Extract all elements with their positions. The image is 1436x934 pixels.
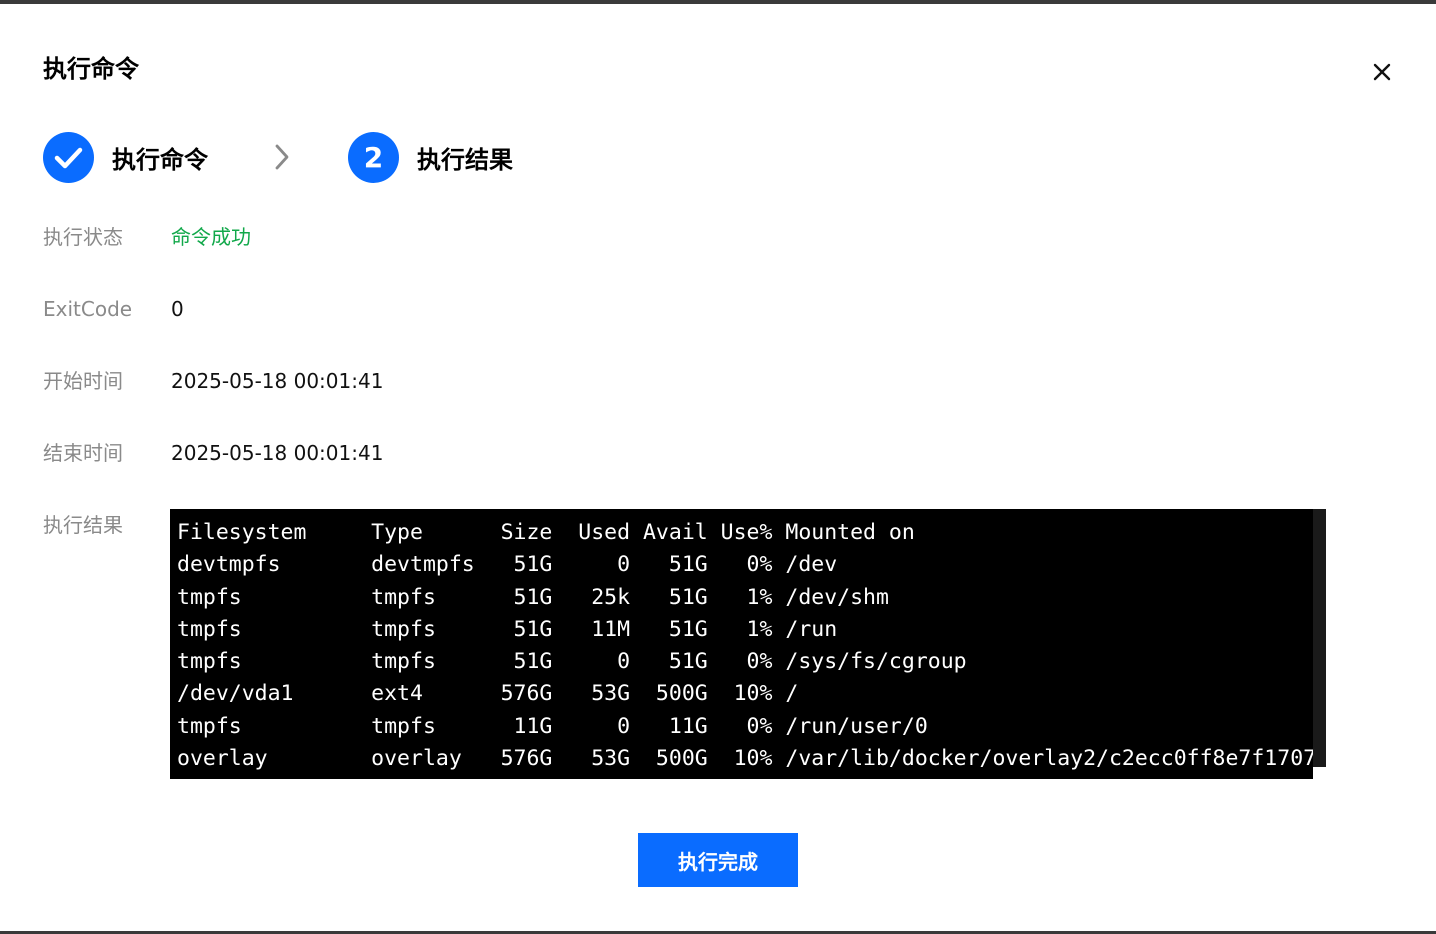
step-number-indicator: 2 <box>348 131 399 183</box>
close-button[interactable] <box>1366 56 1398 88</box>
end-time-label: 结束时间 <box>43 441 123 465</box>
step-done-indicator <box>43 131 94 183</box>
start-time-label: 开始时间 <box>43 369 123 393</box>
end-time-value: 2025-05-18 00:01:41 <box>171 441 384 465</box>
terminal-line: tmpfs tmpfs 51G 0 51G 0% /sys/fs/cgroup <box>177 649 967 675</box>
terminal-line: tmpfs tmpfs 51G 25k 51G 1% /dev/shm <box>177 584 889 610</box>
exitcode-value: 0 <box>171 297 184 321</box>
terminal-line: tmpfs tmpfs 51G 11M 51G 1% /run <box>177 616 838 642</box>
step-label: 执行命令 <box>112 145 208 174</box>
dialog-title: 执行命令 <box>43 55 139 83</box>
terminal-scrollbar[interactable] <box>1313 509 1326 767</box>
result-label: 执行结果 <box>43 513 123 537</box>
close-icon <box>1373 63 1391 81</box>
terminal-line: devtmpfs devtmpfs 51G 0 51G 0% /dev <box>177 552 838 578</box>
done-button[interactable]: 执行完成 <box>638 833 798 887</box>
top-border <box>0 0 1436 4</box>
terminal-line: /dev/vda1 ext4 576G 53G 500G 10% / <box>177 681 799 707</box>
terminal-line: Filesystem Type Size Used Avail Use% Mou… <box>177 520 915 545</box>
step-label: 执行结果 <box>417 145 513 174</box>
check-icon <box>54 147 83 168</box>
step-execute-result: 2 执行结果 <box>348 131 513 183</box>
terminal-line: overlay overlay 576G 53G 500G 10% /var/l… <box>177 746 1313 772</box>
terminal-output: Filesystem Type Size Used Avail Use% Mou… <box>177 517 1313 775</box>
chevron-right-icon <box>275 144 289 170</box>
status-value: 命令成功 <box>171 225 251 249</box>
start-time-value: 2025-05-18 00:01:41 <box>171 369 384 393</box>
command-output-terminal[interactable]: Filesystem Type Size Used Avail Use% Mou… <box>170 509 1313 779</box>
step-execute-command: 执行命令 <box>43 131 208 183</box>
terminal-line: tmpfs tmpfs 11G 0 11G 0% /run/user/0 <box>177 713 928 739</box>
status-label: 执行状态 <box>43 225 123 249</box>
exitcode-label: ExitCode <box>43 297 133 321</box>
